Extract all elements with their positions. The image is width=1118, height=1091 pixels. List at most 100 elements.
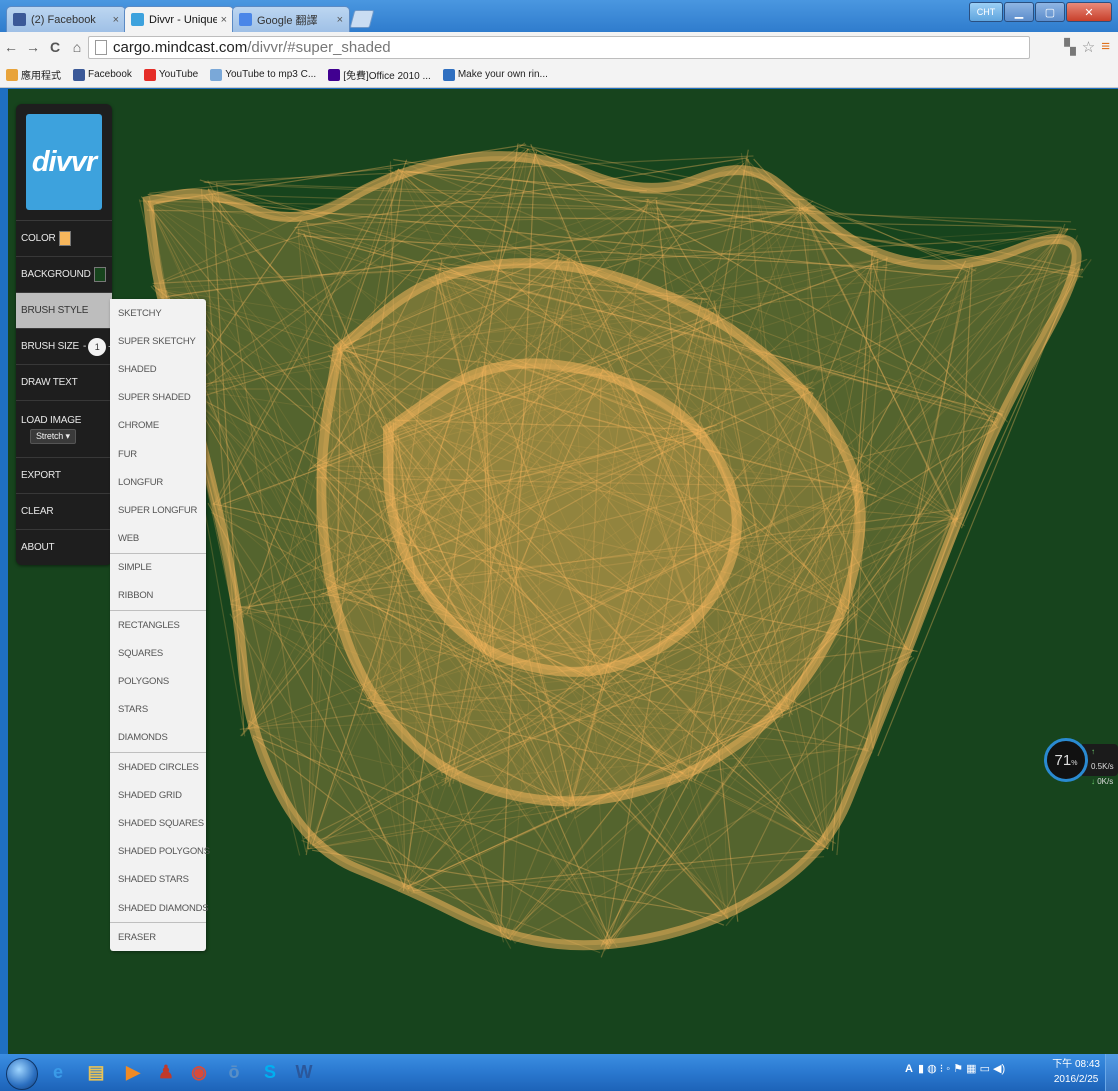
close-tab-icon[interactable]: × — [217, 14, 227, 26]
skype-icon[interactable]: S — [256, 1058, 284, 1086]
word-icon[interactable]: W — [290, 1058, 318, 1086]
menu-icon[interactable]: ≡ — [1101, 38, 1110, 56]
bookmark-item[interactable]: Make your own rin... — [442, 68, 548, 81]
explorer-icon[interactable]: ▤ — [82, 1058, 110, 1086]
tray-icons[interactable]: ▮ ◍ ⁝ ◦ ⚑ ▦ ▭ ◀) — [918, 1062, 1005, 1075]
youtube-icon — [143, 68, 156, 81]
brush-style-squares[interactable]: SQUARES — [110, 639, 206, 667]
ie-icon[interactable]: e — [44, 1058, 72, 1086]
brush-size-decrease[interactable]: - — [83, 341, 86, 352]
brush-style-shaded-diamonds[interactable]: SHADED DIAMONDS — [110, 894, 209, 922]
reload-button[interactable]: C — [44, 39, 66, 55]
browser-toolbar: ← → C ⌂ cargo.mindcast.com/divvr/#super_… — [0, 32, 1118, 63]
tab[interactable]: Divvr - Unique Drawing /× — [124, 6, 234, 32]
memory-gauge: 71% — [1044, 738, 1088, 782]
new-tab-button[interactable] — [349, 10, 375, 28]
clock[interactable]: 下午 08:43 2016/2/25 — [1052, 1057, 1100, 1087]
brush-size-label: BRUSH SIZE — [21, 341, 80, 352]
divvr-icon — [131, 13, 144, 26]
app-icon[interactable]: ō — [220, 1058, 248, 1086]
brush-style-shaded-circles[interactable]: SHADED CIRCLES — [110, 752, 206, 781]
image-mode-value: Stretch — [36, 430, 64, 441]
tab[interactable]: (2) Facebook × — [6, 6, 126, 32]
brush-style-shaded-grid[interactable]: SHADED GRID — [110, 781, 206, 809]
brush-style-simple[interactable]: SIMPLE — [110, 552, 206, 582]
input-method-icon[interactable]: A — [905, 1063, 913, 1075]
url-path: /divvr/#super_shaded — [247, 39, 391, 56]
brush-style-super-longfur[interactable]: SUPER LONGFUR — [110, 496, 206, 524]
brush-style-diamonds[interactable]: DIAMONDS — [110, 724, 206, 752]
about-label: ABOUT — [21, 542, 55, 553]
apps-icon — [6, 68, 18, 81]
load-image-button[interactable]: LOAD IMAGE Stretch ▾ — [16, 401, 112, 458]
address-bar[interactable]: cargo.mindcast.com/divvr/#super_shaded — [88, 36, 1030, 59]
game-icon[interactable]: ♟ — [152, 1058, 180, 1086]
bookmark-label: [免費]Office 2010 ... — [343, 71, 431, 82]
export-button[interactable]: EXPORT — [16, 458, 112, 494]
chevron-down-icon: ▾ — [65, 430, 70, 441]
yahoo-icon — [328, 68, 341, 81]
bookmark-item[interactable]: [免費]Office 2010 ... — [328, 67, 431, 82]
tab-title: Divvr - Unique Drawing / — [149, 13, 217, 26]
clear-button[interactable]: CLEAR — [16, 494, 112, 530]
brush-style-longfur[interactable]: LONGFUR — [110, 468, 206, 496]
draw-text-label: DRAW TEXT — [21, 377, 78, 388]
brush-style-fur[interactable]: FUR — [110, 440, 206, 468]
clear-label: CLEAR — [21, 506, 54, 517]
bookmark-item[interactable]: YouTube to mp3 C... — [210, 68, 316, 81]
background-color-swatch[interactable] — [93, 267, 106, 282]
close-window-button[interactable]: ✕ — [1066, 2, 1112, 22]
bookmark-star-icon[interactable]: ☆ — [1082, 38, 1095, 56]
bookmark-item[interactable]: 應用程式 — [6, 67, 61, 82]
start-button[interactable] — [6, 1058, 38, 1090]
brush-style-super-sketchy[interactable]: SUPER SKETCHY — [110, 327, 206, 355]
close-tab-icon[interactable]: × — [109, 14, 119, 26]
background-button[interactable]: BACKGROUND — [16, 257, 112, 293]
background-label: BACKGROUND — [21, 269, 91, 280]
tab[interactable]: Google 翻譯 × — [232, 6, 350, 32]
brush-style-chrome[interactable]: CHROME — [110, 412, 206, 440]
brush-color-swatch[interactable] — [58, 231, 71, 246]
bookmark-item[interactable]: Facebook — [73, 68, 132, 81]
back-button[interactable]: ← — [0, 39, 22, 55]
maximize-button[interactable]: ▢ — [1035, 2, 1065, 22]
brush-style-rectangles[interactable]: RECTANGLES — [110, 610, 206, 639]
brush-style-eraser[interactable]: ERASER — [110, 922, 206, 951]
brush-style-shaded-squares[interactable]: SHADED SQUARES — [110, 809, 206, 837]
windows-taskbar: e ▤ ▶ ♟ ◉ ō S W A ▮ ◍ ⁝ ◦ ⚑ ▦ ▭ ◀) 下午 08:43 201… — [0, 1054, 1118, 1091]
brush-style-ribbon[interactable]: RIBBON — [110, 582, 206, 610]
bookmarks-bar: 應用程式 Facebook YouTube YouTube to mp3 C... [免… — [0, 62, 1118, 88]
close-tab-icon[interactable]: × — [333, 14, 343, 26]
brush-style-polygons[interactable]: POLYGONS — [110, 667, 206, 695]
divvr-logo[interactable]: divvr — [26, 114, 102, 210]
bookmark-label: Facebook — [88, 69, 132, 80]
brush-style-super-shaded[interactable]: SUPER SHADED — [110, 384, 206, 412]
tab-title: (2) Facebook — [31, 13, 96, 26]
forward-button[interactable]: → — [22, 39, 44, 55]
brush-style-shaded-stars[interactable]: SHADED STARS — [110, 866, 206, 894]
ringtone-icon — [442, 68, 455, 81]
media-player-icon[interactable]: ▶ — [119, 1058, 147, 1086]
brush-style-shaded[interactable]: SHADED — [110, 355, 206, 383]
bookmark-item[interactable]: YouTube — [143, 68, 199, 81]
about-button[interactable]: ABOUT — [16, 530, 112, 565]
brush-style-stars[interactable]: STARS — [110, 696, 206, 724]
converter-icon — [210, 68, 223, 81]
image-mode-select[interactable]: Stretch ▾ — [30, 428, 76, 444]
language-indicator[interactable]: CHT — [969, 2, 1003, 22]
clock-date: 2016/2/25 — [1053, 1074, 1099, 1085]
bookmark-label: YouTube — [158, 69, 199, 80]
brush-style-sketchy[interactable]: SKETCHY — [110, 299, 206, 327]
toolbar-actions: ▚ ☆ ≡ — [1064, 38, 1110, 56]
brush-style-shaded-polygons[interactable]: SHADED POLYGONS — [110, 838, 210, 866]
brush-style-button[interactable]: BRUSH STYLE — [16, 293, 112, 329]
minimize-button[interactable]: ▁ — [1004, 2, 1034, 22]
draw-text-button[interactable]: DRAW TEXT — [16, 365, 112, 401]
system-tray: A ▮ ◍ ⁝ ◦ ⚑ ▦ ▭ ◀) — [905, 1062, 1005, 1076]
color-button[interactable]: COLOR — [16, 221, 112, 257]
brush-style-web[interactable]: WEB — [110, 525, 206, 553]
show-desktop-button[interactable] — [1105, 1054, 1118, 1091]
extension-icon[interactable]: ▚ — [1064, 38, 1076, 56]
chrome-icon[interactable]: ◉ — [185, 1058, 213, 1086]
home-button[interactable]: ⌂ — [66, 39, 88, 55]
